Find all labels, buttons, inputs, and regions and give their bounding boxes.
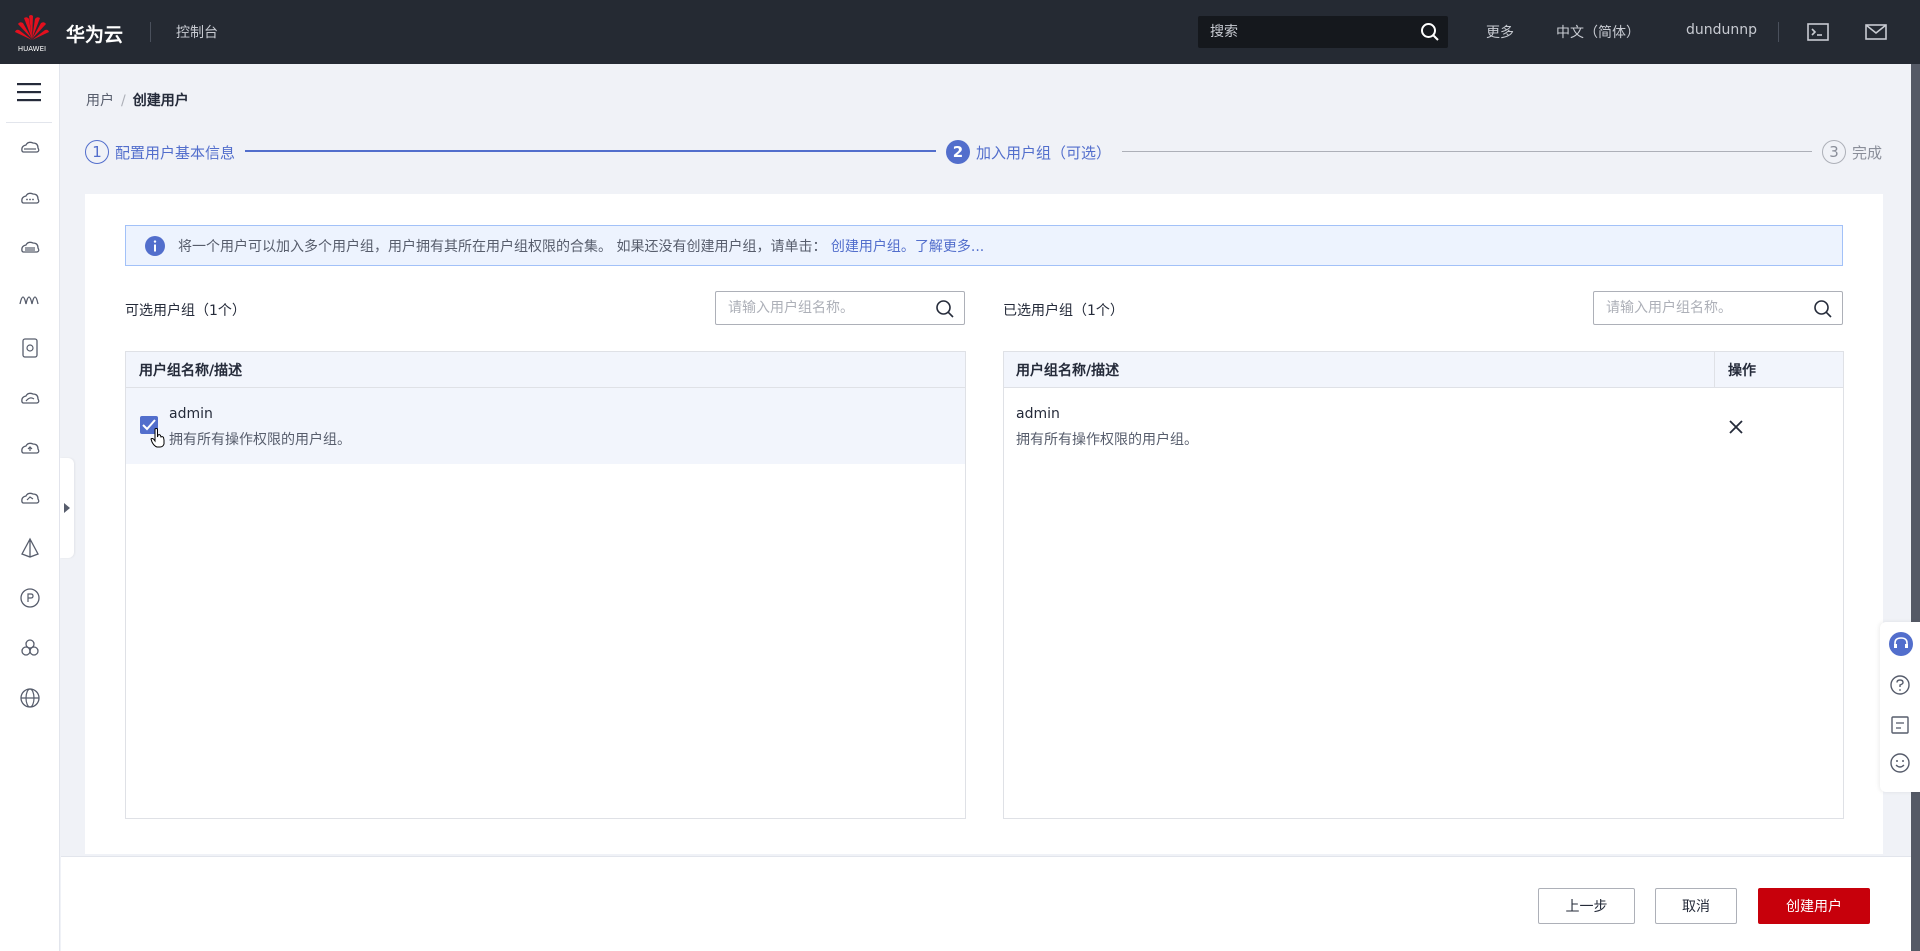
table-row: admin 拥有所有操作权限的用户组。 <box>1004 388 1843 464</box>
top-bar: HUAWEI 华为云 控制台 更多 中文（简体） dundunnp <box>0 0 1920 64</box>
available-search-input[interactable] <box>716 292 964 324</box>
group-description: 拥有所有操作权限的用户组。 <box>169 432 351 448</box>
info-banner: 将一个用户可以加入多个用户组，用户拥有其所在用户组权限的合集。 如果还没有创建用… <box>125 225 1843 266</box>
search-icon[interactable] <box>935 299 955 319</box>
step-2: 2 加入用户组（可选） <box>946 140 1111 164</box>
language-menu[interactable]: 中文（简体） <box>1556 22 1640 42</box>
floating-toolbar <box>1880 622 1920 792</box>
selected-search-input[interactable] <box>1594 292 1842 324</box>
breadcrumb-users[interactable]: 用户 <box>86 93 114 109</box>
global-network-icon[interactable] <box>18 686 42 710</box>
monitor-icon[interactable] <box>18 486 42 510</box>
cluster-icon[interactable] <box>18 636 42 660</box>
brand-name[interactable]: 华为云 <box>66 20 123 47</box>
group-name: admin <box>1016 406 1060 422</box>
close-icon[interactable] <box>1727 418 1745 436</box>
feedback-icon[interactable] <box>1889 714 1911 736</box>
user-menu[interactable]: dundunnp <box>1686 22 1757 38</box>
step-connector <box>245 150 936 152</box>
sidebar-expand-toggle[interactable] <box>60 458 74 558</box>
column-header-name: 用户组名称/描述 <box>139 362 243 379</box>
scrollbar-thumb[interactable] <box>1911 64 1920 951</box>
global-search-input[interactable] <box>1198 16 1448 48</box>
step-3: 3 完成 <box>1822 140 1882 164</box>
database-icon[interactable] <box>18 336 42 360</box>
breadcrumb-current: 创建用户 <box>132 93 189 109</box>
learn-more-link[interactable]: 了解更多... <box>915 236 984 256</box>
service-sidebar <box>0 64 60 951</box>
selected-groups-title: 已选用户组（1个） <box>1003 303 1124 319</box>
breadcrumb: 用户 / 创建用户 <box>86 90 189 110</box>
step-label: 完成 <box>1852 143 1883 162</box>
available-search[interactable] <box>715 291 965 325</box>
step-number: 1 <box>85 140 109 164</box>
step-connector <box>1122 151 1812 152</box>
customer-service-icon[interactable] <box>1889 632 1913 656</box>
scrollbar[interactable] <box>1911 64 1920 951</box>
divider <box>150 22 151 42</box>
table-row[interactable]: admin 拥有所有操作权限的用户组。 <box>126 388 965 464</box>
step-label: 配置用户基本信息 <box>115 143 236 162</box>
available-groups-title: 可选用户组（1个） <box>125 303 246 319</box>
info-icon <box>145 236 165 256</box>
cdn-icon[interactable] <box>18 386 42 410</box>
create-group-link[interactable]: 创建用户组。 <box>831 236 915 256</box>
column-header-name: 用户组名称/描述 <box>1016 362 1120 379</box>
footer-bar: 上一步 取消 创建用户 <box>61 856 1911 951</box>
console-link[interactable]: 控制台 <box>176 22 218 42</box>
storage-icon[interactable] <box>18 236 42 260</box>
step-label: 加入用户组（可选） <box>976 143 1112 162</box>
column-divider <box>1714 352 1715 388</box>
cloud-shell-icon[interactable] <box>1806 20 1830 44</box>
breadcrumb-separator: / <box>121 93 126 109</box>
search-icon[interactable] <box>1420 22 1440 42</box>
huawei-logo[interactable]: HUAWEI <box>12 10 52 54</box>
eip-icon[interactable] <box>18 586 42 610</box>
step-1: 1 配置用户基本信息 <box>85 140 235 164</box>
logo-text: HUAWEI <box>18 45 46 53</box>
table-header: 用户组名称/描述 <box>126 352 965 388</box>
ecs-icon[interactable] <box>18 136 42 160</box>
group-name: admin <box>169 406 213 422</box>
more-menu[interactable]: 更多 <box>1486 22 1514 42</box>
menu-icon[interactable] <box>16 80 42 104</box>
available-groups-table: 用户组名称/描述 admin 拥有所有操作权限的用户组。 <box>125 351 966 819</box>
create-user-button[interactable]: 创建用户 <box>1758 888 1870 924</box>
step-number: 3 <box>1822 140 1846 164</box>
search-icon[interactable] <box>1813 299 1833 319</box>
main-card: 将一个用户可以加入多个用户组，用户拥有其所在用户组权限的合集。 如果还没有创建用… <box>85 194 1883 854</box>
caret-right-icon <box>64 503 70 513</box>
cancel-button[interactable]: 取消 <box>1655 888 1737 924</box>
step-number: 2 <box>946 140 970 164</box>
network-icon[interactable] <box>18 286 42 310</box>
deploy-icon[interactable] <box>18 536 42 560</box>
info-text: 将一个用户可以加入多个用户组，用户拥有其所在用户组权限的合集。 如果还没有创建用… <box>178 238 827 255</box>
group-description: 拥有所有操作权限的用户组。 <box>1016 432 1198 448</box>
divider <box>6 122 52 123</box>
satisfaction-icon[interactable] <box>1889 752 1911 774</box>
table-header: 用户组名称/描述 操作 <box>1004 352 1843 388</box>
global-search[interactable] <box>1198 16 1448 48</box>
hand-cursor-icon <box>150 428 166 452</box>
cloud-service-icon[interactable] <box>18 186 42 210</box>
selected-groups-table: 用户组名称/描述 操作 admin 拥有所有操作权限的用户组。 <box>1003 351 1844 819</box>
help-icon[interactable] <box>1889 674 1911 696</box>
selected-search[interactable] <box>1593 291 1843 325</box>
mail-icon[interactable] <box>1864 20 1888 44</box>
previous-step-button[interactable]: 上一步 <box>1538 888 1635 924</box>
divider <box>1778 22 1779 42</box>
cloud-upload-icon[interactable] <box>18 436 42 460</box>
column-header-operation: 操作 <box>1728 362 1756 379</box>
